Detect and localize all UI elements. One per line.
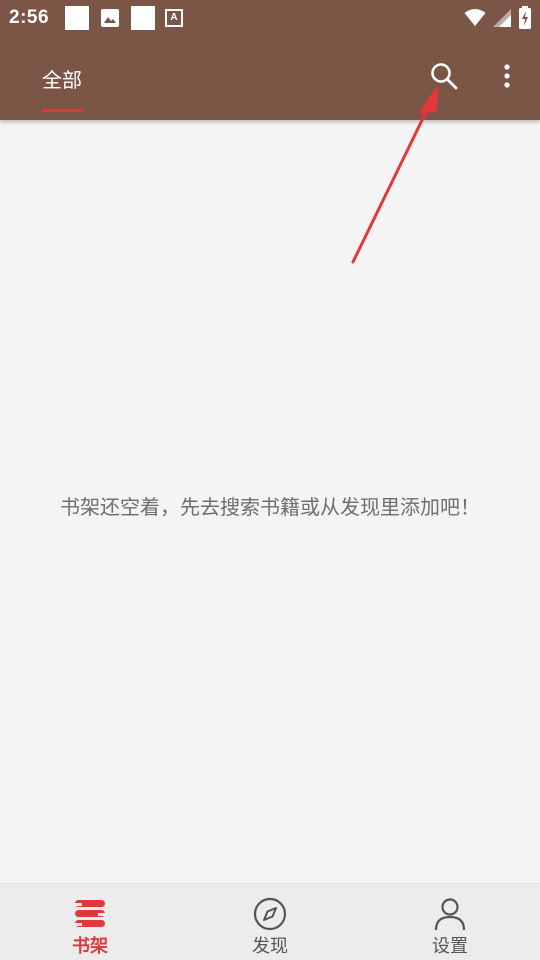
nav-item-settings[interactable]: 设置 (360, 884, 540, 960)
compass-icon (252, 897, 288, 931)
tab-indicator (42, 109, 84, 112)
status-time: 2:56 (9, 7, 50, 28)
battery-charging-icon (518, 6, 532, 34)
wifi-icon (464, 8, 486, 32)
status-notification-icons: A (65, 6, 184, 30)
bookshelf-icon (72, 897, 108, 931)
app-bar: 全部 (0, 36, 540, 120)
more-vert-icon (503, 63, 511, 93)
status-bar: 2:56 A (0, 0, 540, 36)
person-icon (432, 897, 468, 931)
search-icon (429, 61, 459, 95)
search-button[interactable] (426, 60, 462, 96)
bookshelf-content: 书架还空着，先去搜索书籍或从发现里添加吧！ (0, 120, 540, 883)
tab-all[interactable]: 全部 (42, 64, 82, 93)
bottom-navigation: 书架 发现 设置 (0, 883, 540, 960)
more-options-button[interactable] (494, 60, 520, 96)
image-icon (99, 7, 121, 29)
nav-label-settings: 设置 (432, 936, 468, 957)
cellular-signal-icon (492, 8, 512, 32)
status-system-icons (464, 6, 532, 34)
notification-square-icon (65, 6, 90, 30)
nav-item-discover[interactable]: 发现 (180, 884, 360, 960)
empty-shelf-message: 书架还空着，先去搜索书籍或从发现里添加吧！ (60, 495, 480, 519)
nav-label-bookshelf: 书架 (72, 936, 108, 957)
font-icon: A (165, 9, 184, 27)
nav-label-discover: 发现 (252, 936, 288, 957)
nav-item-bookshelf[interactable]: 书架 (0, 884, 180, 960)
notification-square-icon (131, 6, 156, 30)
